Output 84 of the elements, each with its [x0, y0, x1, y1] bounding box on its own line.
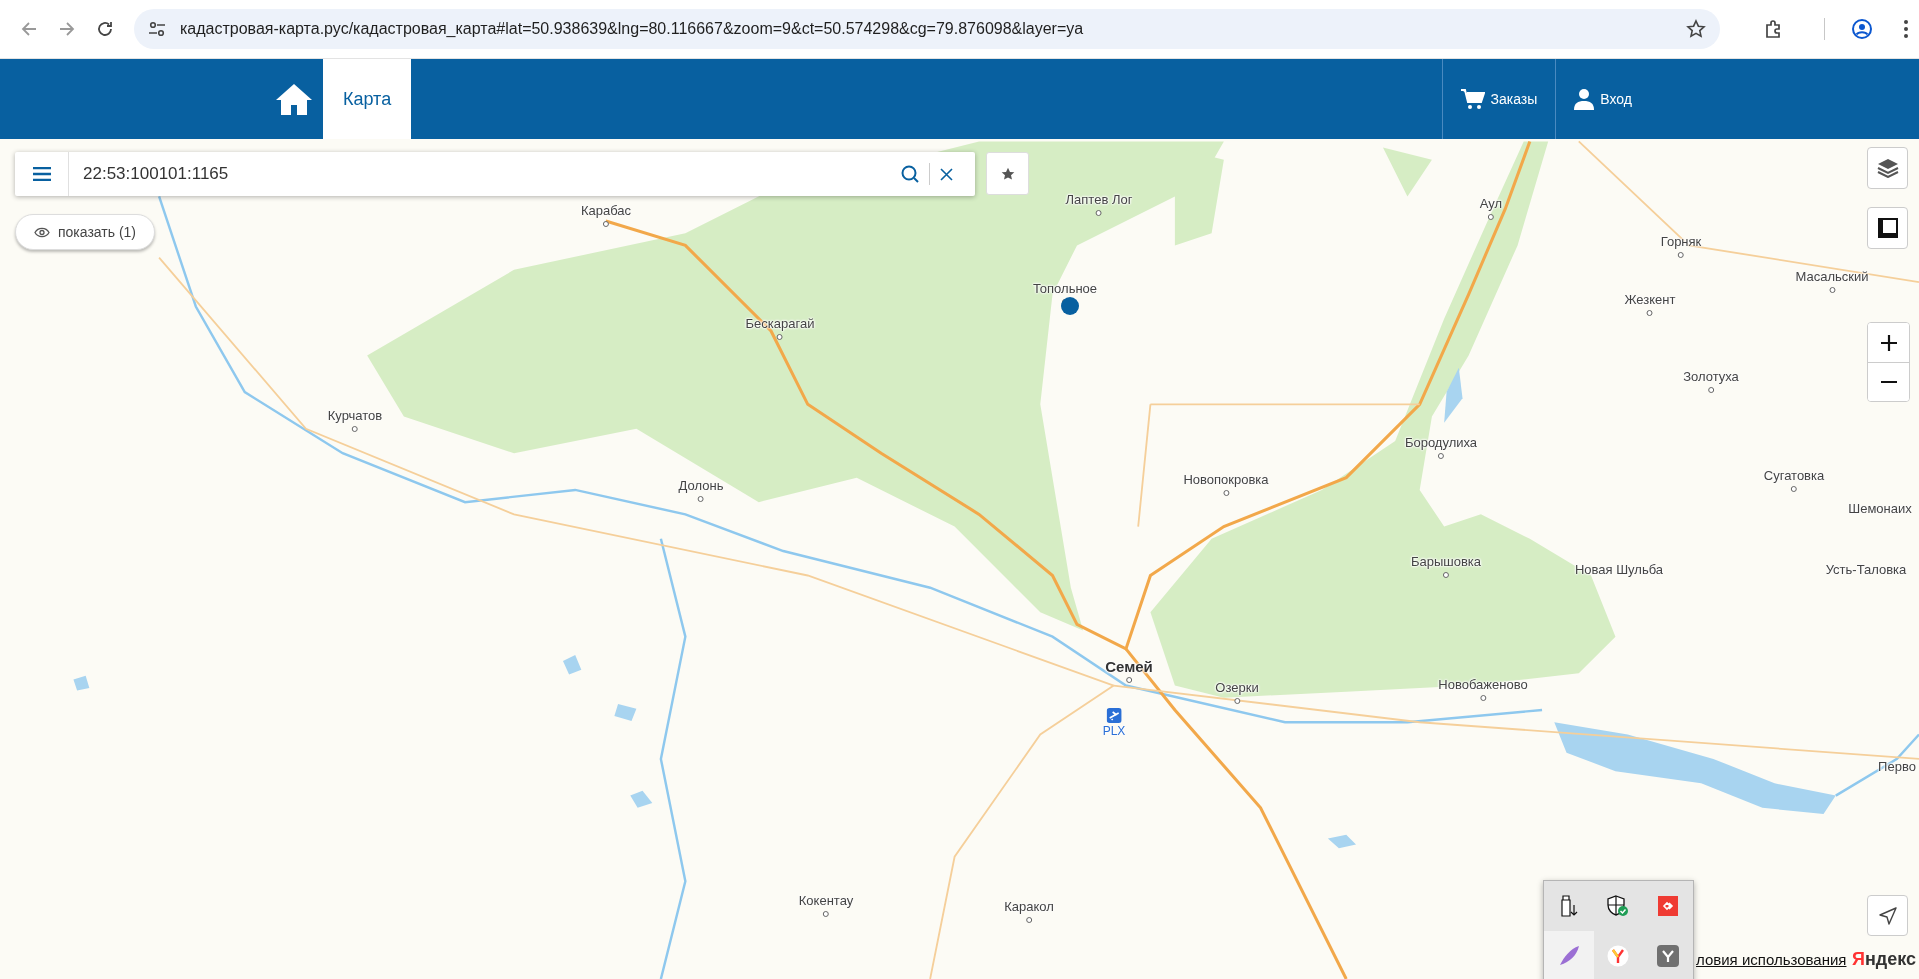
forward-arrow-icon — [58, 20, 76, 38]
user-icon — [1574, 88, 1595, 110]
search-bar[interactable]: 22:53:100101:1165 — [15, 152, 975, 196]
place-label: Лаптев Лог — [1065, 192, 1133, 208]
place-dot — [777, 334, 783, 340]
y-logo-icon — [1607, 945, 1630, 967]
back-arrow-icon — [20, 20, 38, 38]
place-label: Новопокровка — [1183, 472, 1269, 488]
place-dot — [1126, 677, 1132, 683]
place-label: Каракол — [1004, 899, 1054, 915]
profile-icon[interactable] — [1851, 18, 1873, 40]
place-dot — [1647, 310, 1653, 316]
place-dot — [1443, 572, 1449, 578]
bookmark-star-icon[interactable] — [1686, 19, 1706, 39]
place-label: Долонь — [678, 478, 724, 494]
place-dot — [1678, 252, 1684, 258]
place-label: Бородулиха — [1404, 435, 1478, 451]
place-dot — [1223, 490, 1229, 496]
feather-icon — [1557, 945, 1580, 967]
place-label: Усть-Таловка — [1825, 562, 1907, 578]
search-field[interactable]: 22:53:100101:1165 — [69, 154, 891, 194]
site-settings-icon[interactable] — [148, 20, 166, 38]
geolocation-button[interactable] — [1867, 895, 1908, 936]
layers-icon — [1876, 158, 1899, 178]
place-dot — [1026, 917, 1032, 923]
layers-button[interactable] — [1867, 147, 1908, 189]
place-label: Перво — [1878, 759, 1916, 775]
place-label: Сугатовка — [1763, 468, 1825, 484]
place-dot — [1480, 695, 1486, 701]
place-label: Аул — [1479, 196, 1503, 212]
usb-drive-icon — [1559, 895, 1578, 917]
y-logo-icon — [1657, 945, 1680, 967]
place-dot — [1096, 210, 1102, 216]
menu-icon — [32, 167, 51, 181]
place-dot — [698, 496, 704, 502]
place-label: Карабас — [580, 203, 632, 219]
address-bar[interactable]: кадастровая-карта.рус/кадастровая_карта#lat=50.938639&lng=80.116667&zoom=9&ct=50.574298&cg=79.876098&layer=ya — [134, 9, 1720, 49]
place-dot — [1829, 287, 1835, 293]
place-label: Курчатов — [327, 408, 383, 424]
diamond-arrows-icon — [1658, 896, 1679, 916]
url-text: кадастровая-карта.рус/кадастровая_карта#lat=50.938639&lng=80.116667&zoom=9&ct=50.574298&cg=79.876098&layer=ya — [180, 20, 1085, 38]
place-dot — [1234, 698, 1240, 704]
place-label: Озерки — [1215, 680, 1259, 696]
shield-check-icon — [1607, 895, 1630, 917]
navigation-arrow-icon — [1878, 906, 1897, 925]
place-label: Шемонаих — [1848, 501, 1912, 517]
place-dot — [1438, 453, 1444, 459]
place-dot — [603, 221, 609, 227]
place-label: Горняк — [1660, 234, 1702, 250]
airport-code: PLX — [1102, 723, 1126, 739]
yandex-logo: Яндекс — [1852, 949, 1917, 970]
place-label: Жезкент — [1624, 292, 1676, 308]
terms-link[interactable]: ловия использования — [1696, 951, 1847, 968]
place-label: Золотуха — [1683, 369, 1739, 385]
search-icon — [901, 165, 919, 183]
place-dot — [1708, 387, 1714, 393]
star-icon — [1000, 166, 1015, 181]
ruler-icon — [1877, 218, 1898, 238]
plus-icon — [1880, 334, 1897, 351]
place-label: Топольное — [1032, 281, 1098, 297]
place-dot — [1488, 214, 1494, 220]
place-label: Кокентау — [798, 893, 854, 909]
airport-icon — [1106, 708, 1122, 723]
show-button[interactable]: показать (1) — [15, 214, 156, 250]
place-dot — [352, 426, 358, 432]
menu-icon[interactable] — [1903, 19, 1909, 39]
location-pin[interactable] — [1061, 297, 1079, 315]
eye-icon — [34, 226, 50, 238]
home-icon — [274, 82, 314, 116]
place-dot — [823, 911, 829, 917]
lake-shape — [1444, 367, 1463, 423]
favorite-button[interactable] — [986, 152, 1029, 195]
place-label: Барышовка — [1410, 554, 1482, 570]
place-dot — [1791, 486, 1797, 492]
cart-icon — [1460, 88, 1485, 110]
tray-item[interactable] — [1544, 931, 1594, 979]
place-label: Новобаженово — [1438, 677, 1528, 693]
reload-icon — [96, 20, 114, 38]
nav-tab[interactable]: Карта — [323, 59, 412, 139]
minus-icon — [1880, 380, 1897, 384]
place-label: Масальский — [1795, 269, 1869, 285]
close-icon — [940, 167, 953, 181]
ruler-button[interactable] — [1867, 207, 1908, 249]
place-label: Новая Шульба — [1574, 562, 1664, 578]
